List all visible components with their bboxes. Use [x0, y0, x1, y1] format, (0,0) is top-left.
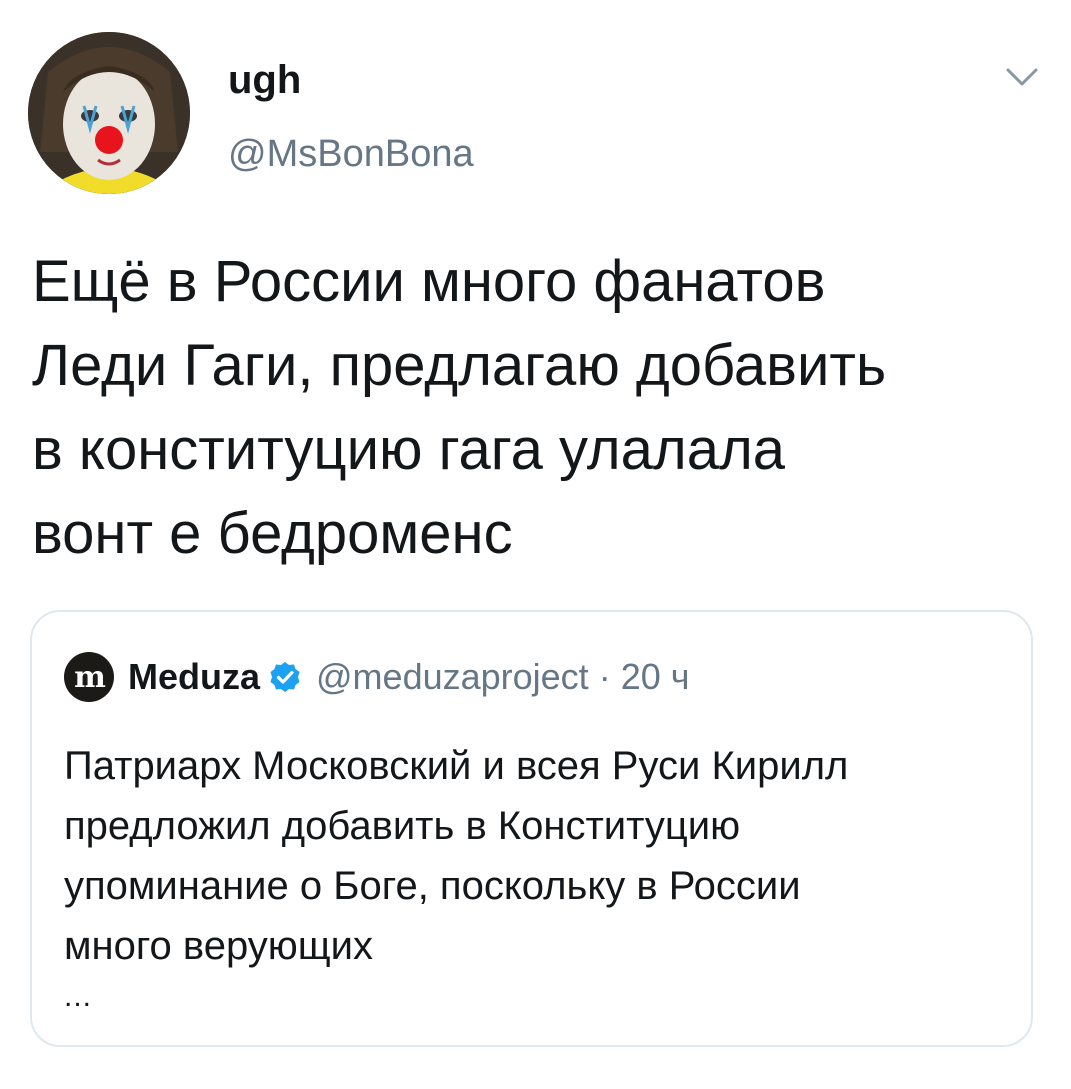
quoted-tweet-timestamp[interactable]: 20 ч: [621, 656, 690, 698]
quoted-tweet-header: m Meduza @meduzaproject · 20 ч: [64, 652, 690, 702]
tweet: ugh @MsBonBona Ещё в России много фанато…: [0, 0, 1071, 1089]
user-handle[interactable]: @MsBonBona: [228, 132, 474, 176]
clown-face-avatar-icon: [28, 32, 190, 194]
quoted-tweet-text: Патриарх Московский и всея Руси Кирилл п…: [64, 744, 849, 968]
display-name[interactable]: ugh: [228, 58, 301, 102]
avatar[interactable]: [28, 32, 190, 194]
quoted-author-name[interactable]: Meduza: [128, 656, 260, 698]
logo-text: m: [74, 659, 106, 695]
meduza-logo-icon[interactable]: m: [64, 652, 114, 702]
quoted-tweet-ellipsis: ...: [64, 980, 93, 1013]
quoted-tweet-card[interactable]: m Meduza @meduzaproject · 20 ч Патриарх …: [30, 610, 1033, 1047]
verified-badge-icon: [268, 660, 302, 694]
tweet-text: Ещё в России много фанатов Леди Гаги, пр…: [32, 249, 887, 566]
quoted-author-handle[interactable]: @meduzaproject: [316, 656, 589, 698]
separator-dot: ·: [598, 656, 611, 697]
chevron-down-icon[interactable]: [1002, 60, 1042, 96]
